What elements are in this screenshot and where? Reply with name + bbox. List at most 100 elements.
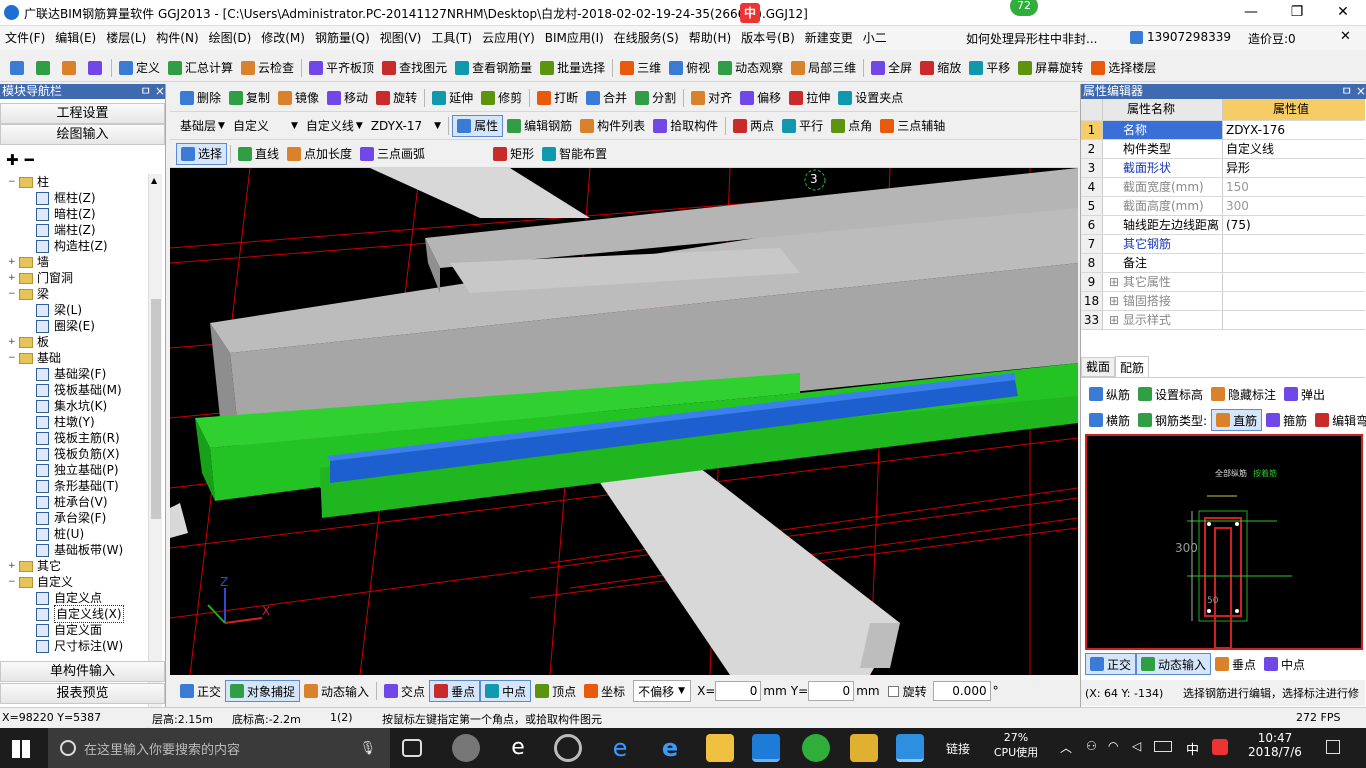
straight-rebar-button[interactable]: 直筋 xyxy=(1211,409,1263,431)
swirl-app-icon[interactable] xyxy=(554,734,582,762)
expand-icon[interactable]: + xyxy=(8,334,17,350)
rectangle-button[interactable]: 矩形 xyxy=(489,143,538,165)
notes-app-icon[interactable] xyxy=(850,734,878,762)
ime-indicator[interactable]: 中 xyxy=(740,3,761,23)
extend-button[interactable]: 延伸 xyxy=(428,87,477,109)
open-icon[interactable] xyxy=(36,60,50,75)
long-rebar-button[interactable]: 纵筋 xyxy=(1085,383,1134,405)
menu-item[interactable]: 构件(N) xyxy=(151,26,203,50)
dynamic-input-button[interactable]: 动态输入 xyxy=(300,680,373,702)
menu-item[interactable]: 视图(V) xyxy=(375,26,427,50)
tree-item[interactable]: 条形基础(T) xyxy=(0,478,148,494)
popup-button[interactable]: 弹出 xyxy=(1280,383,1329,405)
menu-item[interactable]: 版本号(B) xyxy=(736,26,800,50)
type-select[interactable]: 自定义 ▼ xyxy=(229,115,302,137)
tree-item[interactable]: 独立基础(P) xyxy=(0,462,148,478)
screen-rotate-button[interactable]: 屏幕旋转 xyxy=(1014,57,1087,79)
notification-icon[interactable] xyxy=(1326,740,1340,754)
green-app-icon[interactable] xyxy=(802,734,830,762)
drawing-input-button[interactable]: 绘图输入 xyxy=(0,124,165,145)
trim-button[interactable]: 修剪 xyxy=(477,87,526,109)
point-angle-button[interactable]: 点角 xyxy=(827,115,876,137)
tree-item[interactable]: 集水坑(K) xyxy=(0,398,148,414)
tree-item[interactable]: 桩(U) xyxy=(0,526,148,542)
pan-button[interactable]: 平移 xyxy=(965,57,1014,79)
taskbar-search[interactable]: 在这里输入你要搜索的内容 🎙 xyxy=(48,728,390,768)
summary-calc-button[interactable]: 汇总计算 xyxy=(164,57,237,79)
menu-item[interactable]: 绘图(D) xyxy=(204,26,257,50)
tree-item[interactable]: 桩承台(V) xyxy=(0,494,148,510)
menu-item[interactable]: 文件(F) xyxy=(0,26,50,50)
line-button[interactable]: 直线 xyxy=(234,143,283,165)
offset-button[interactable]: 偏移 xyxy=(736,87,785,109)
property-row[interactable]: 7 其它钢筋 xyxy=(1081,235,1365,254)
rebar-type-button[interactable]: 钢筋类型: xyxy=(1134,409,1211,431)
menu-item[interactable]: 云应用(Y) xyxy=(477,26,540,50)
subtype-select[interactable]: 自定义线 ▼ xyxy=(302,115,367,137)
property-row[interactable]: 6 轴线距左边线距离 (75) xyxy=(1081,216,1365,235)
x-input[interactable] xyxy=(715,681,762,701)
wifi-icon[interactable]: ◠ xyxy=(1108,739,1118,753)
minimize-button[interactable]: — xyxy=(1228,0,1274,26)
copy-button[interactable]: 复制 xyxy=(225,87,274,109)
flush-slab-button[interactable]: 平齐板顶 xyxy=(305,57,378,79)
object-snap-button[interactable]: 对象捕捉 xyxy=(225,680,301,702)
dynamic-input-button[interactable]: 动态输入 xyxy=(1136,653,1212,675)
menu-item[interactable]: BIM应用(I) xyxy=(540,26,609,50)
property-value[interactable] xyxy=(1223,254,1365,272)
ie-blue-icon[interactable]: e xyxy=(656,734,684,762)
parallel-button[interactable]: 平行 xyxy=(778,115,827,137)
tree-item[interactable]: 圈梁(E) xyxy=(0,318,148,334)
section-drawing[interactable]: 全部纵筋 按着筋 300 50 xyxy=(1085,434,1363,650)
collapse-icon[interactable]: − xyxy=(8,286,17,302)
cpu-usage[interactable]: 27% CPU使用 xyxy=(990,731,1042,760)
component-select[interactable]: ZDYX-17 ▼ xyxy=(367,115,445,137)
move-button[interactable]: 移动 xyxy=(323,87,372,109)
property-value[interactable]: ZDYX-176 xyxy=(1223,121,1365,139)
tree-scrollbar[interactable]: ▲ ▼ xyxy=(148,174,162,740)
rotate-checkbox[interactable] xyxy=(887,685,899,697)
glodon-g-icon[interactable] xyxy=(752,734,780,762)
property-row[interactable]: 5 截面高度(mm) 300 xyxy=(1081,197,1365,216)
expand-icon[interactable]: + xyxy=(8,558,17,574)
windows-start-icon[interactable] xyxy=(12,740,30,758)
stirrup-button[interactable]: 箍筋 xyxy=(1262,409,1311,431)
tab-section[interactable]: 截面 xyxy=(1081,356,1116,377)
collapse-all-icon[interactable]: ━ xyxy=(25,151,34,169)
ortho-button[interactable]: 正交 xyxy=(1085,653,1137,675)
report-preview-button[interactable]: 报表预览 xyxy=(0,683,165,704)
tree-item[interactable]: 构造柱(Z) xyxy=(0,238,148,254)
taskbar-link-label[interactable]: 链接 xyxy=(946,740,970,757)
property-row[interactable]: 18 ⊞ 锚固搭接 xyxy=(1081,292,1365,311)
menu-close-icon[interactable]: ✕ xyxy=(1340,29,1351,44)
tree-item[interactable]: 自定义点 xyxy=(0,590,148,606)
tree-item[interactable]: 基础板带(W) xyxy=(0,542,148,558)
property-row[interactable]: 8 备注 xyxy=(1081,254,1365,273)
tree-item[interactable]: + 墙 xyxy=(0,254,148,270)
task-view-icon[interactable] xyxy=(402,739,422,757)
tree-item[interactable]: 柱墩(Y) xyxy=(0,414,148,430)
property-value[interactable] xyxy=(1223,273,1365,291)
file-explorer-icon[interactable] xyxy=(706,734,734,762)
three-point-arc-button[interactable]: 三点画弧 xyxy=(356,143,429,165)
glodon-gcl-icon[interactable] xyxy=(896,734,924,762)
find-element-button[interactable]: 查找图元 xyxy=(378,57,451,79)
stretch-button[interactable]: 拉伸 xyxy=(785,87,834,109)
tree-item[interactable]: − 梁 xyxy=(0,286,148,302)
single-component-input-button[interactable]: 单构件输入 xyxy=(0,661,165,682)
dynamic-observe-button[interactable]: 动态观察 xyxy=(714,57,787,79)
menu-item[interactable]: 新建变更 xyxy=(800,26,858,50)
volume-icon[interactable]: ◁ xyxy=(1132,739,1141,753)
tree-item[interactable]: 框柱(Z) xyxy=(0,190,148,206)
property-value[interactable]: 自定义线 xyxy=(1223,140,1365,158)
clock[interactable]: 10:47 2018/7/6 xyxy=(1244,731,1306,759)
tree-item[interactable]: − 柱 xyxy=(0,174,148,190)
layer-select[interactable]: 基础层 ▼ xyxy=(176,115,229,137)
hide-label-button[interactable]: 隐藏标注 xyxy=(1207,383,1280,405)
tree-item[interactable]: 暗柱(Z) xyxy=(0,206,148,222)
top-view-button[interactable]: 俯视 xyxy=(665,57,714,79)
coordinate-button[interactable]: 坐标 xyxy=(580,680,629,702)
fan-app-icon[interactable] xyxy=(452,734,480,762)
keyboard-icon[interactable] xyxy=(1154,741,1172,752)
fullscreen-button[interactable]: 全屏 xyxy=(867,57,916,79)
